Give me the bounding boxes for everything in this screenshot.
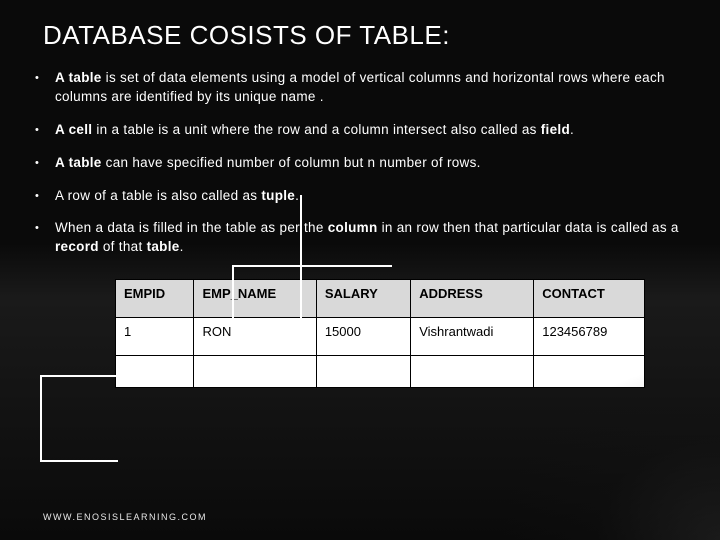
bullet-icon: • — [35, 187, 55, 206]
text: . — [570, 122, 574, 137]
text-bold: table — [147, 239, 180, 254]
text: A row of a table is also called as — [55, 188, 261, 203]
text-bold: A table — [55, 155, 102, 170]
table-row: 1 RON 15000 Vishrantwadi 123456789 — [116, 318, 645, 356]
footer-url: WWW.ENOSISLEARNING.COM — [43, 512, 207, 522]
text: in an row then that particular data is c… — [378, 220, 679, 235]
list-item: • A table can have specified number of c… — [35, 154, 685, 173]
table-cell — [316, 356, 410, 388]
table-header: EMPID — [116, 280, 194, 318]
table-header: CONTACT — [534, 280, 645, 318]
bullet-text: A table is set of data elements using a … — [55, 69, 685, 107]
table-cell: Vishrantwadi — [411, 318, 534, 356]
table-cell — [534, 356, 645, 388]
table-header: EMP_NAME — [194, 280, 316, 318]
table-cell: 123456789 — [534, 318, 645, 356]
connector-line — [300, 195, 302, 320]
connector-line — [40, 460, 118, 462]
bullet-icon: • — [35, 121, 55, 140]
bullet-icon: • — [35, 154, 55, 173]
bullet-text: A table can have specified number of col… — [55, 154, 685, 173]
connector-line — [232, 265, 392, 267]
connector-line — [40, 375, 118, 377]
table-cell: 1 — [116, 318, 194, 356]
text: . — [295, 188, 299, 203]
text-bold: record — [55, 239, 99, 254]
text: is set of data elements using a model of… — [55, 70, 665, 104]
table-header: SALARY — [316, 280, 410, 318]
text: can have specified number of column but … — [102, 155, 481, 170]
text: When a data is filled in the table as pe… — [55, 220, 328, 235]
table-row — [116, 356, 645, 388]
bullet-text: A cell in a table is a unit where the ro… — [55, 121, 685, 140]
bullet-text: A row of a table is also called as tuple… — [55, 187, 685, 206]
bullet-list: • A table is set of data elements using … — [35, 69, 685, 257]
bullet-icon: • — [35, 219, 55, 257]
text-bold: column — [328, 220, 378, 235]
bullet-text: When a data is filled in the table as pe… — [55, 219, 685, 257]
table-header-row: EMPID EMP_NAME SALARY ADDRESS CONTACT — [116, 280, 645, 318]
text-bold: tuple — [261, 188, 295, 203]
list-item: • A cell in a table is a unit where the … — [35, 121, 685, 140]
list-item: • When a data is filled in the table as … — [35, 219, 685, 257]
text: in a table is a unit where the row and a… — [92, 122, 540, 137]
text: of that — [99, 239, 147, 254]
text-bold: field — [541, 122, 570, 137]
bullet-icon: • — [35, 69, 55, 107]
slide-title: DATABASE COSISTS OF TABLE: — [43, 20, 685, 51]
text-bold: A table — [55, 70, 102, 85]
table-cell — [116, 356, 194, 388]
text-bold: A cell — [55, 122, 92, 137]
table-cell — [411, 356, 534, 388]
table-header: ADDRESS — [411, 280, 534, 318]
connector-line — [40, 375, 42, 460]
table-cell: RON — [194, 318, 316, 356]
list-item: • A table is set of data elements using … — [35, 69, 685, 107]
example-table: EMPID EMP_NAME SALARY ADDRESS CONTACT 1 … — [115, 279, 645, 388]
example-table-container: EMPID EMP_NAME SALARY ADDRESS CONTACT 1 … — [115, 279, 645, 388]
text: . — [180, 239, 184, 254]
list-item: • A row of a table is also called as tup… — [35, 187, 685, 206]
connector-line — [232, 265, 234, 340]
table-cell — [194, 356, 316, 388]
table-cell: 15000 — [316, 318, 410, 356]
